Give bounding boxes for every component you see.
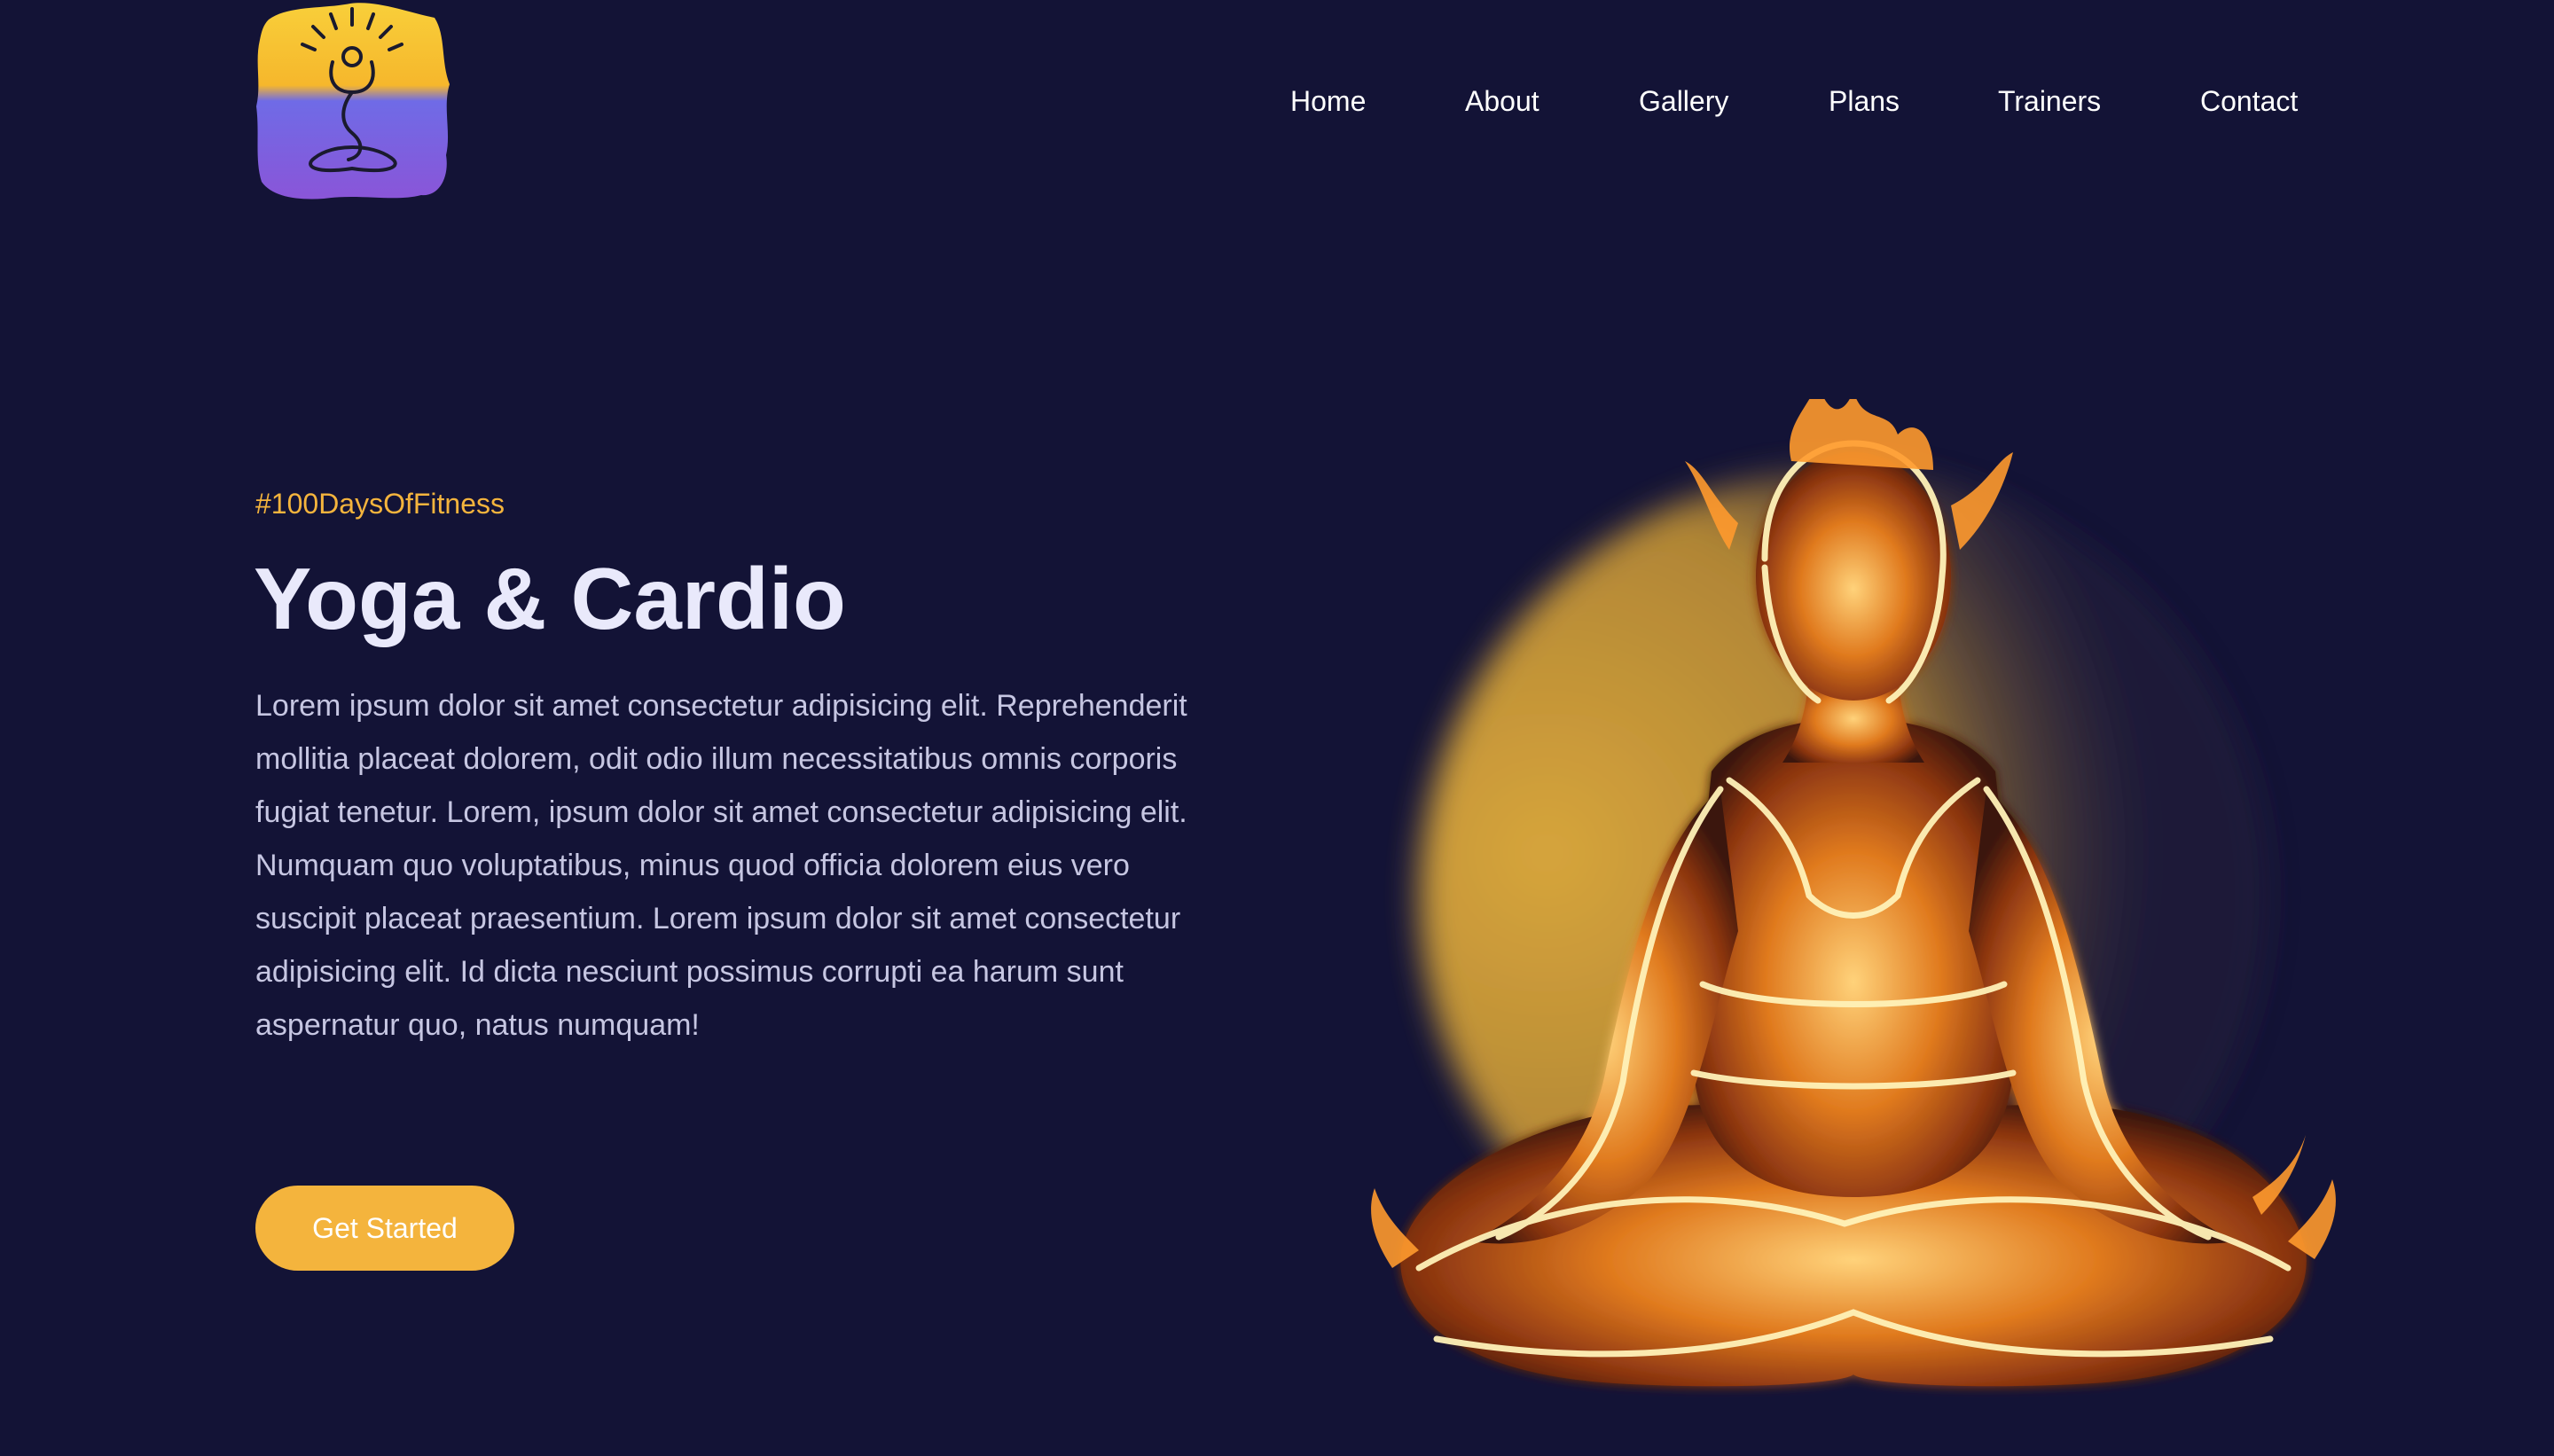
landing-page: Home About Gallery Plans Trainers Contac… — [0, 0, 2554, 1456]
nav-trainers[interactable]: Trainers — [1998, 80, 2101, 122]
hero-description: Lorem ipsum dolor sit amet consectetur a… — [255, 689, 1187, 1042]
fire-yoga-figure-image — [1371, 399, 2336, 1387]
nav-home[interactable]: Home — [1290, 80, 1366, 122]
nav-plans[interactable]: Plans — [1829, 80, 1900, 122]
hero-title: Yoga & Cardio — [254, 550, 846, 647]
nav-contact[interactable]: Contact — [2200, 80, 2298, 122]
nav-about[interactable]: About — [1465, 80, 1539, 122]
hero-hashtag: #100DaysOfFitness — [255, 488, 505, 520]
nav-gallery[interactable]: Gallery — [1639, 80, 1728, 122]
logo[interactable] — [253, 0, 452, 204]
get-started-button[interactable]: Get Started — [255, 1186, 514, 1271]
